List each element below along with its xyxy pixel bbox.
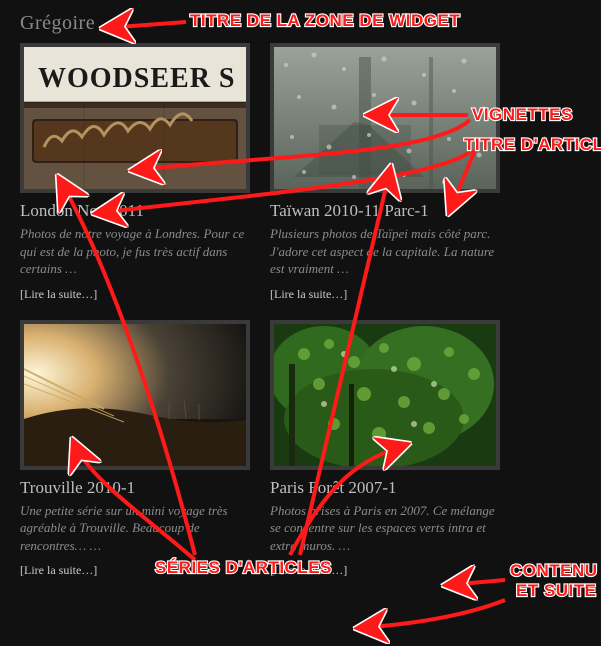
article-card: WOODSEER S London Nov 2011 Photos de not… — [20, 43, 250, 302]
svg-text:WOODSEER S: WOODSEER S — [38, 63, 236, 94]
article-excerpt: Une petite série sur un mini voyage très… — [20, 502, 250, 555]
article-title[interactable]: Paris Forêt 2007-1 — [270, 478, 500, 498]
thumb-image-icon — [24, 324, 246, 466]
article-excerpt: Plusieurs photos de Taïpei mais côté par… — [270, 225, 500, 278]
widget-title: Grégoire — [20, 12, 581, 35]
article-thumbnail[interactable] — [20, 320, 250, 470]
article-thumbnail[interactable] — [270, 320, 500, 470]
widget-area: Grégoire WOODSEER S London — [0, 0, 601, 590]
article-excerpt: Photos prises à Paris en 2007. Ce mélang… — [270, 502, 500, 555]
article-thumbnail[interactable]: WOODSEER S — [20, 43, 250, 193]
read-more-link[interactable]: [Lire la suite…] — [270, 563, 347, 578]
article-card: Paris Forêt 2007-1 Photos prises à Paris… — [270, 320, 500, 579]
thumb-image-icon — [274, 47, 496, 189]
article-thumbnail[interactable] — [270, 43, 500, 193]
article-card: Taïwan 2010-11 Parc-1 Plusieurs photos d… — [270, 43, 500, 302]
article-title[interactable]: Taïwan 2010-11 Parc-1 — [270, 201, 500, 221]
article-title[interactable]: London Nov 2011 — [20, 201, 250, 221]
article-excerpt: Photos de notre voyage à Londres. Pour c… — [20, 225, 250, 278]
thumb-image-icon — [274, 324, 496, 466]
article-card: Trouville 2010-1 Une petite série sur un… — [20, 320, 250, 579]
thumb-image-icon: WOODSEER S — [24, 47, 246, 189]
read-more-link[interactable]: [Lire la suite…] — [270, 287, 347, 302]
article-title[interactable]: Trouville 2010-1 — [20, 478, 250, 498]
article-grid: WOODSEER S London Nov 2011 Photos de not… — [20, 43, 581, 578]
read-more-link[interactable]: [Lire la suite…] — [20, 563, 97, 578]
read-more-link[interactable]: [Lire la suite…] — [20, 287, 97, 302]
